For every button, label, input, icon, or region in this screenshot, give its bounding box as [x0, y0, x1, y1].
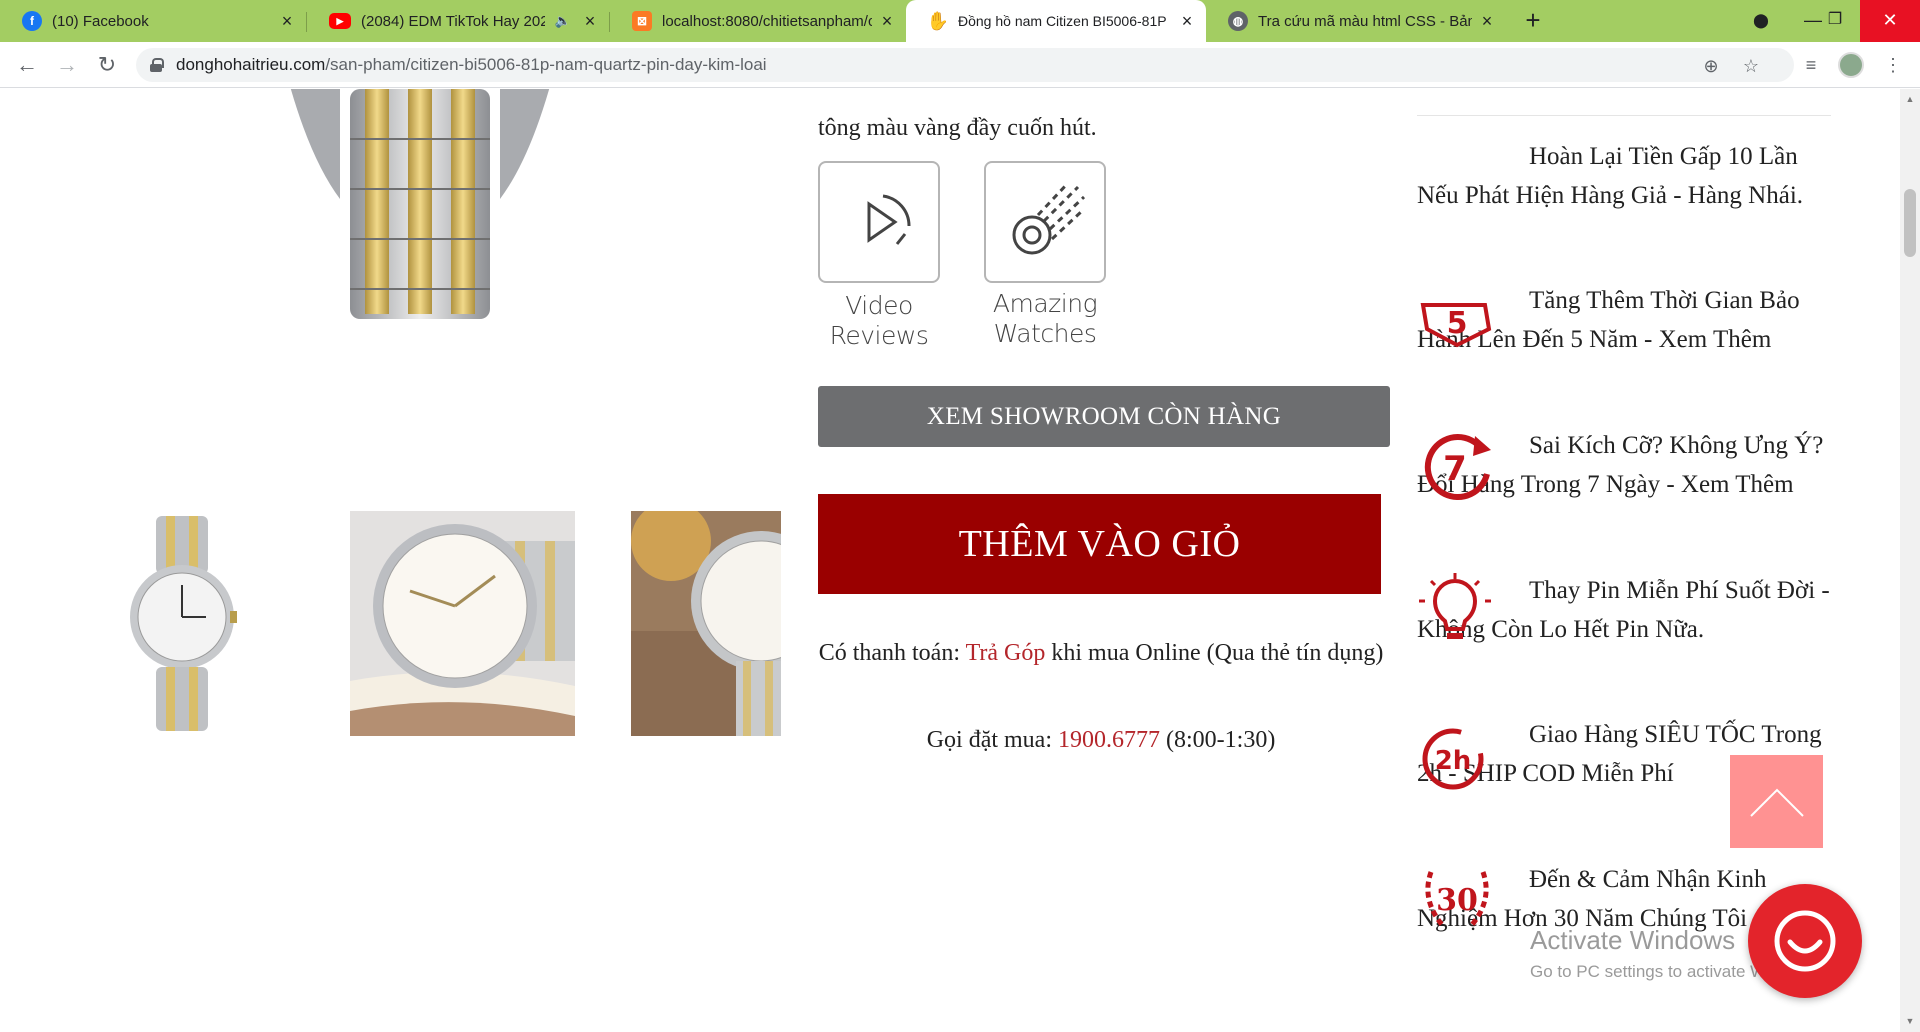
new-tab-button[interactable]: +: [1518, 6, 1548, 36]
close-tab-icon[interactable]: ×: [581, 12, 599, 30]
feature-label: Video Reviews: [818, 291, 940, 351]
browser-menu-icon[interactable]: ⋮: [1880, 52, 1906, 78]
thumbnail-2[interactable]: [350, 511, 575, 736]
scroll-thumb[interactable]: [1904, 189, 1916, 257]
close-window-button[interactable]: ✕: [1860, 0, 1920, 42]
tab-title: Đồng hồ nam Citizen BI5006-81P: [958, 13, 1167, 29]
30-years-laurel-icon: 30: [1425, 871, 1489, 928]
tab-title: localhost:8080/chitietsanpham/c: [662, 12, 872, 30]
delivery-2h-icon: 2h: [1422, 728, 1484, 790]
scroll-down-arrow[interactable]: ▼: [1904, 1015, 1916, 1027]
scroll-to-top-button[interactable]: [1730, 755, 1823, 848]
call-prefix: Gọi đặt mua:: [926, 727, 1058, 753]
description-line: tông màu vàng đầy cuốn hút.: [818, 115, 1097, 141]
youtube-icon: ▶: [329, 13, 351, 29]
call-to-order: Gọi đặt mua: 1900.6777 (8:00-1:30): [818, 727, 1384, 754]
reading-list-icon[interactable]: ≡: [1798, 52, 1824, 78]
add-to-cart-button[interactable]: THÊM VÀO GIỎ: [818, 494, 1381, 594]
feature-label-line: Video: [845, 291, 913, 320]
feature-amazing-watches[interactable]: Amazing Watches: [984, 161, 1106, 349]
svg-text:7: 7: [1443, 449, 1467, 489]
close-tab-icon[interactable]: ×: [278, 12, 296, 30]
tab-title: (10) Facebook: [52, 12, 149, 30]
thumbnail-1[interactable]: [120, 511, 245, 736]
perk-battery[interactable]: Thay Pin Miễn Phí Suốt Đời - Không Còn L…: [1417, 571, 1837, 649]
payment-note: Có thanh toán: Trả Góp khi mua Online (Q…: [818, 634, 1384, 673]
product-description: tông màu vàng đầy cuốn hút.: [818, 89, 1097, 145]
close-tab-icon[interactable]: ×: [1478, 12, 1496, 30]
svg-text:5: 5: [1447, 306, 1468, 341]
payment-prefix: Có thanh toán:: [818, 640, 966, 666]
tab-facebook[interactable]: f (10) Facebook ×: [0, 0, 306, 42]
tab-youtube[interactable]: ▶ (2084) EDM TikTok Hay 2021 🔈 ×: [307, 0, 609, 42]
chat-widget-button[interactable]: [1748, 884, 1862, 998]
close-tab-icon[interactable]: ×: [1178, 12, 1196, 30]
reload-icon[interactable]: ↻: [92, 50, 122, 80]
product-page: tông màu vàng đầy cuốn hút. Video Reviews: [0, 89, 1900, 1032]
browser-tab-strip: f (10) Facebook × ▶ (2084) EDM TikTok Ha…: [0, 0, 1920, 42]
main-product-image: [290, 89, 550, 319]
svg-text:30: 30: [1436, 883, 1478, 918]
exchange-7-days-icon: 7: [1424, 434, 1491, 501]
globe-icon: ◍: [1228, 11, 1248, 31]
tab-title: Tra cứu mã màu html CSS - Bảng: [1258, 12, 1472, 30]
tab-color-lookup[interactable]: ◍ Tra cứu mã màu html CSS - Bảng ×: [1206, 0, 1506, 42]
perk-refund[interactable]: Hoàn Lại Tiền Gấp 10 Lần Nếu Phát Hiện H…: [1417, 137, 1837, 215]
tab-title: (2084) EDM TikTok Hay 2021: [361, 12, 545, 30]
speaker-icon[interactable]: 🔈: [551, 12, 575, 30]
feature-label-line: Amazing: [992, 289, 1098, 318]
forward-arrow-icon[interactable]: →: [52, 50, 82, 80]
tab-search-icon[interactable]: ⬤: [1738, 0, 1784, 42]
description-clipped-line: [818, 89, 1097, 111]
payment-suffix: khi mua Online (Qua thẻ tín dụng): [1045, 640, 1384, 666]
url-host: donghohaitrieu.com: [176, 55, 326, 74]
page-scrollbar[interactable]: ▲ ▼: [1900, 89, 1920, 1032]
url-path: /san-pham/citizen-bi5006-81p-nam-quartz-…: [325, 55, 767, 74]
warranty-5-years-icon: 5: [1420, 303, 1492, 348]
view-showroom-button[interactable]: XEM SHOWROOM CÒN HÀNG: [818, 386, 1390, 447]
facebook-icon: f: [22, 11, 42, 31]
hotline-link[interactable]: 1900.6777: [1058, 727, 1160, 753]
play-video-icon: [818, 161, 940, 283]
zoom-icon[interactable]: ⊕: [1700, 55, 1722, 77]
sidebar-divider: [1417, 115, 1831, 116]
perk-exchange[interactable]: 7 Sai Kích Cỡ? Không Ưng Ý? Đổi Hàng Tro…: [1417, 426, 1837, 504]
tab-localhost[interactable]: ⊠ localhost:8080/chitietsanpham/c ×: [610, 0, 906, 42]
feature-label: Amazing Watches: [984, 289, 1106, 349]
lightbulb-icon: [1419, 573, 1491, 639]
url-text[interactable]: donghohaitrieu.com/san-pham/citizen-bi50…: [176, 55, 767, 75]
feature-label-line: Reviews: [829, 321, 929, 350]
perk-warranty[interactable]: 5 Tăng Thêm Thời Gian Bảo Hành Lên Đến 5…: [1417, 281, 1837, 359]
refund-icon: [1417, 137, 1497, 217]
tab-dong-ho-hai-trieu[interactable]: ✋ Đồng hồ nam Citizen BI5006-81P ×: [906, 0, 1206, 42]
svg-text:2h: 2h: [1435, 746, 1472, 776]
back-arrow-icon[interactable]: ←: [12, 50, 42, 80]
xampp-icon: ⊠: [632, 11, 652, 31]
bookmark-star-icon[interactable]: ☆: [1740, 55, 1762, 77]
profile-avatar[interactable]: [1838, 52, 1864, 78]
call-hours: (8:00-1:30): [1160, 727, 1276, 753]
smile-chat-icon: [1774, 910, 1836, 972]
installment-link[interactable]: Trả Góp: [966, 640, 1046, 666]
chevron-up-icon: [1749, 788, 1804, 817]
restore-button[interactable]: ❐: [1812, 0, 1858, 42]
lock-icon[interactable]: [150, 58, 164, 72]
feature-video-reviews[interactable]: Video Reviews: [818, 161, 940, 351]
donghohaitrieu-icon: ✋: [926, 10, 950, 31]
close-tab-icon[interactable]: ×: [878, 12, 896, 30]
url-bar[interactable]: donghohaitrieu.com/san-pham/citizen-bi50…: [136, 48, 1794, 82]
feature-label-line: Watches: [993, 319, 1097, 348]
address-toolbar: ← → ↻ donghohaitrieu.com/san-pham/citize…: [0, 42, 1920, 88]
thumbnail-3[interactable]: [631, 511, 781, 736]
scroll-up-arrow[interactable]: ▲: [1904, 93, 1916, 105]
meteor-watch-icon: [984, 161, 1106, 283]
